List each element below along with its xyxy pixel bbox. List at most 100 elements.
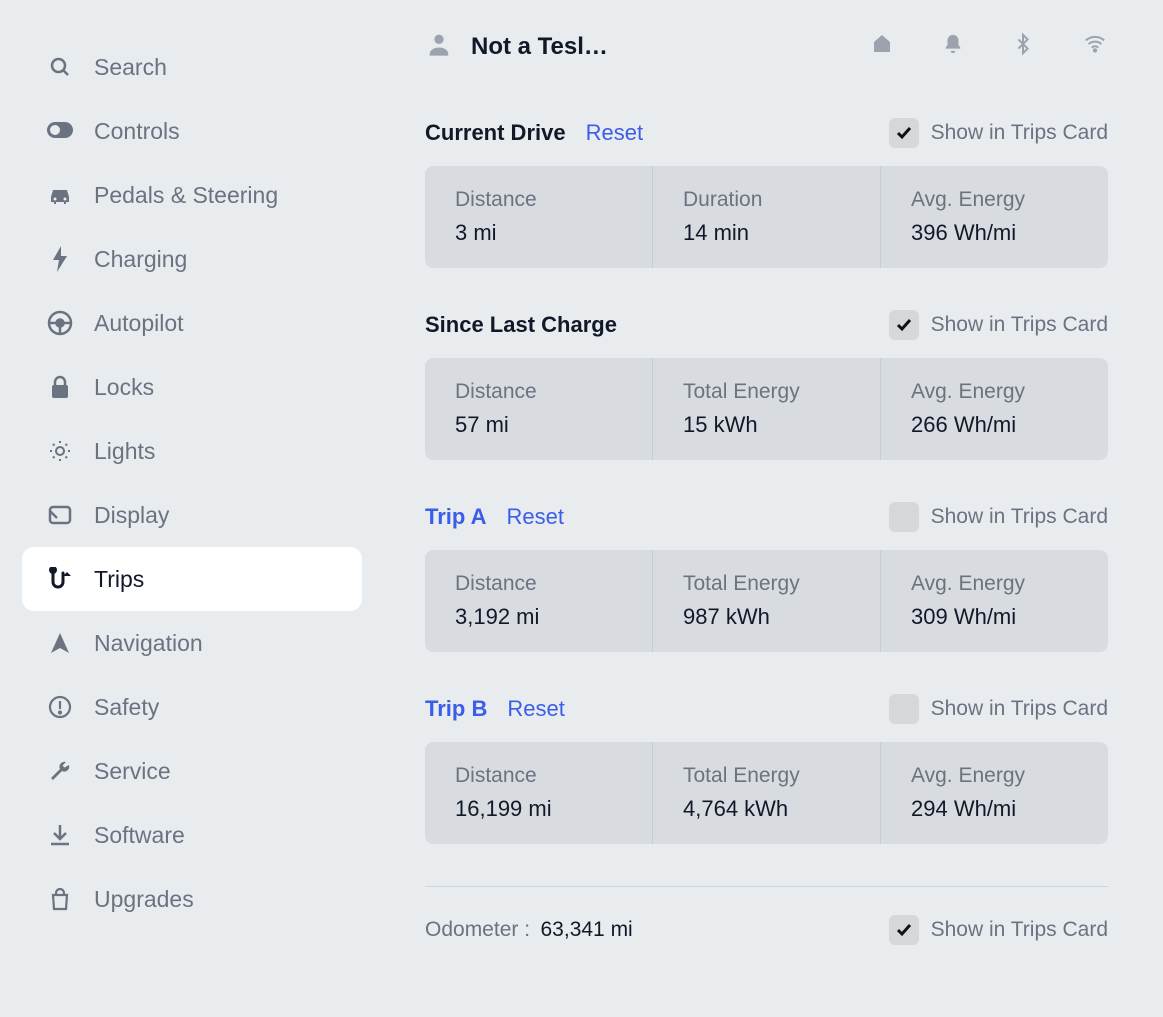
trip-section: Current Drive Reset Show in Trips Card Dist… (425, 118, 1108, 268)
show-in-card-label: Show in Trips Card (931, 697, 1108, 721)
trip-header: Trip A Reset Show in Trips Card (425, 502, 1108, 532)
show-in-card-group: Show in Trips Card (889, 310, 1108, 340)
metric-label: Distance (455, 764, 622, 788)
trip-title[interactable]: Trip A (425, 504, 487, 530)
show-in-card-checkbox[interactable] (889, 694, 919, 724)
sidebar-item-display[interactable]: Display (0, 483, 380, 547)
metric-cell: Distance57 mi (425, 358, 653, 460)
trip-title[interactable]: Trip B (425, 696, 487, 722)
sidebar-item-label: Trips (94, 566, 144, 593)
sidebar-item-lights[interactable]: Lights (0, 419, 380, 483)
show-in-card-group: Show in Trips Card (889, 694, 1108, 724)
metric-label: Avg. Energy (911, 380, 1078, 404)
sidebar-item-locks[interactable]: Locks (0, 355, 380, 419)
reset-link[interactable]: Reset (586, 120, 643, 146)
show-in-card-checkbox[interactable] (889, 118, 919, 148)
sidebar-item-label: Pedals & Steering (94, 182, 278, 209)
sidebar-item-label: Charging (94, 246, 187, 273)
metric-cell: Avg. Energy 309 Wh/mi (881, 550, 1108, 652)
metric-value: 3,192 mi (455, 604, 622, 630)
sidebar: Search Controls Pedals & Steering Charging A… (0, 0, 380, 1017)
metric-cell: Total Energy4,764 kWh (653, 742, 881, 844)
metric-cell: Total Energy987 kWh (653, 550, 881, 652)
metric-value: 266 Wh/mi (911, 412, 1078, 438)
sidebar-item-label: Safety (94, 694, 159, 721)
metric-cell: Total Energy 15 kWh (653, 358, 881, 460)
user-profile[interactable]: Not a Tesl… (425, 30, 608, 63)
reset-link[interactable]: Reset (507, 696, 564, 722)
sidebar-item-software[interactable]: Software (0, 803, 380, 867)
metrics-row: Distance57 mi Total Energy 15 kWh Avg. Ener… (425, 358, 1108, 460)
show-in-card-label: Show in Trips Card (931, 313, 1108, 337)
bolt-icon (46, 245, 74, 273)
metric-cell: Distance 3 mi (425, 166, 653, 268)
metric-label: Distance (455, 572, 622, 596)
trip-section: Trip B Reset Show in Trips Card Distance 16,… (425, 694, 1108, 844)
header: Not a Tesl… (425, 30, 1108, 63)
nav-icon (46, 629, 74, 657)
sidebar-item-charging[interactable]: Charging (0, 227, 380, 291)
metric-cell: Duration14 min (653, 166, 881, 268)
sidebar-item-service[interactable]: Service (0, 739, 380, 803)
metrics-row: Distance3 miDuration14 minAvg. Energy396… (425, 166, 1108, 268)
sidebar-item-label: Software (94, 822, 185, 849)
steering-icon (46, 309, 74, 337)
sidebar-item-label: Lights (94, 438, 155, 465)
metric-cell: Distance 16,199 mi (425, 742, 653, 844)
metric-cell: Avg. Energy294 Wh/mi (881, 742, 1108, 844)
status-icons (870, 31, 1108, 62)
metric-value: 309 Wh/mi (911, 604, 1078, 630)
sidebar-item-trips[interactable]: Trips (22, 547, 362, 611)
sidebar-item-label: Upgrades (94, 886, 194, 913)
show-in-card-group: Show in Trips Card (889, 118, 1108, 148)
lock-icon (46, 373, 74, 401)
metric-cell: Distance 3,192 mi (425, 550, 653, 652)
show-in-card-label: Show in Trips Card (931, 121, 1108, 145)
metric-label: Avg. Energy (911, 572, 1078, 596)
sidebar-item-label: Autopilot (94, 310, 184, 337)
metric-value: 14 min (683, 220, 850, 246)
metric-value: 3 mi (455, 220, 622, 246)
trip-title-group: Current Drive Reset (425, 120, 643, 146)
display-icon (46, 501, 74, 529)
car-icon (46, 181, 74, 209)
trip-header: Current Drive Reset Show in Trips Card (425, 118, 1108, 148)
sidebar-item-safety[interactable]: Safety (0, 675, 380, 739)
metric-value: 4,764 kWh (683, 796, 850, 822)
bell-icon[interactable] (942, 33, 964, 60)
bag-icon (46, 885, 74, 913)
sidebar-item-search[interactable]: Search (0, 35, 380, 99)
bluetooth-icon[interactable] (1012, 31, 1034, 62)
metric-label: Total Energy (683, 380, 850, 404)
trips-container: Current Drive Reset Show in Trips Card Dist… (425, 118, 1108, 844)
warn-icon (46, 693, 74, 721)
sidebar-item-label: Controls (94, 118, 180, 145)
reset-link[interactable]: Reset (507, 504, 564, 530)
trip-title-group: Trip A Reset (425, 504, 564, 530)
sidebar-item-upgrades[interactable]: Upgrades (0, 867, 380, 931)
sidebar-item-pedals-steering[interactable]: Pedals & Steering (0, 163, 380, 227)
odometer-checkbox-group: Show in Trips Card (889, 915, 1108, 945)
trip-header: Trip B Reset Show in Trips Card (425, 694, 1108, 724)
metric-label: Distance (455, 188, 622, 212)
sidebar-item-autopilot[interactable]: Autopilot (0, 291, 380, 355)
metric-value: 396 Wh/mi (911, 220, 1078, 246)
metric-value: 15 kWh (683, 412, 850, 438)
sidebar-item-controls[interactable]: Controls (0, 99, 380, 163)
metric-value: 16,199 mi (455, 796, 622, 822)
sidebar-item-navigation[interactable]: Navigation (0, 611, 380, 675)
metric-value: 987 kWh (683, 604, 850, 630)
show-in-card-group: Show in Trips Card (889, 502, 1108, 532)
show-in-card-checkbox[interactable] (889, 310, 919, 340)
wifi-icon[interactable] (1082, 33, 1108, 60)
home-icon[interactable] (870, 32, 894, 61)
odometer-checkbox[interactable] (889, 915, 919, 945)
metric-cell: Avg. Energy 266 Wh/mi (881, 358, 1108, 460)
show-in-card-checkbox[interactable] (889, 502, 919, 532)
main-content: Not a Tesl… Current Drive Reset Show in Tr… (380, 0, 1163, 1017)
sidebar-item-label: Display (94, 502, 169, 529)
toggle-icon (46, 117, 74, 145)
show-in-card-label: Show in Trips Card (931, 505, 1108, 529)
trip-title-group: Since Last Charge (425, 312, 617, 338)
trip-title: Current Drive (425, 120, 566, 146)
